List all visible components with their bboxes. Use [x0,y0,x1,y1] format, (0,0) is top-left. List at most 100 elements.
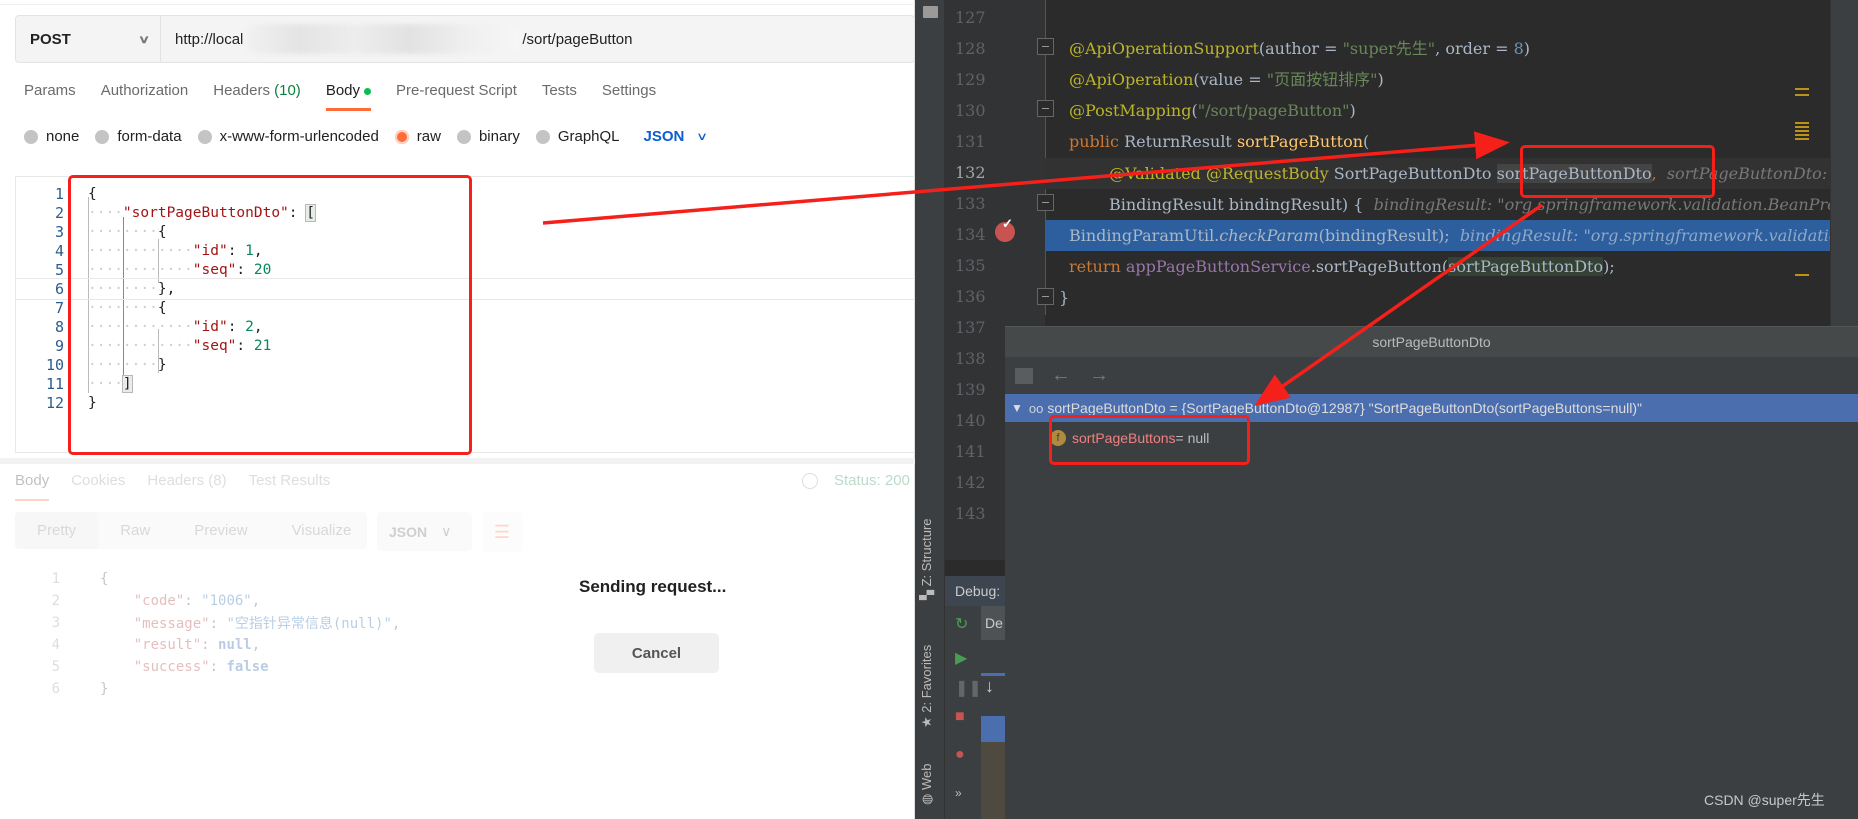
breakpoint-icon[interactable] [995,216,1015,242]
resp-tab-cookies[interactable]: Cookies [71,472,125,501]
project-folder-icon[interactable] [923,6,938,18]
resume-icon[interactable]: ▶ [955,648,967,668]
body-type-options: none form-data x-www-form-urlencoded raw… [24,128,708,145]
error-stripe-mark[interactable] [1795,88,1809,90]
url-input[interactable]: http://local /sort/pageButton [161,24,632,54]
forward-arrow-icon[interactable]: → [1089,364,1109,387]
view-breakpoints-icon[interactable]: ● [955,746,965,764]
chevron-down-icon: ∨ [137,33,151,46]
line-number: 9 [54,337,64,355]
tab-headers[interactable]: Headers (10) [213,82,301,111]
fmt-visualize[interactable]: Visualize [270,522,374,539]
cancel-button[interactable]: Cancel [594,633,719,673]
line-number: 6 [51,681,60,697]
back-arrow-icon[interactable]: ← [1051,364,1071,387]
radio-label: x-www-form-urlencoded [219,128,379,145]
error-stripe-mark[interactable] [1795,274,1809,276]
error-stripe-mark[interactable] [1795,122,1809,140]
gutter-line-number: 129 [955,70,986,89]
radio-binary[interactable]: binary [456,128,520,145]
radio-raw[interactable]: raw [394,128,441,145]
line-number: 2 [54,204,64,222]
gutter-line-number: 128 [955,39,986,58]
gutter-line-number: 143 [955,504,986,523]
gutter-line-number: 131 [955,132,986,151]
gutter-line-number: 135 [955,256,986,275]
code-text: "code": "1006", [133,593,261,609]
code-line-129: @ApiOperation(value = "页面按钮排序") [1069,70,1384,89]
tab-params[interactable]: Params [24,82,76,111]
debug-tool-header[interactable]: Debug: [945,576,1005,606]
web-tool-tab[interactable]: ◍ Web [919,764,935,805]
tab-body[interactable]: Body [325,82,372,111]
code-line-130: @PostMapping("/sort/pageButton") [1069,101,1356,120]
radio-selected-icon [394,129,409,144]
gutter-line-number: 137 [955,318,986,337]
popup-title: sortPageButtonDto [1005,327,1858,357]
step-over-icon[interactable]: ↓ [981,676,1005,716]
chevron-down-icon[interactable]: ∨ [696,130,708,143]
stop-icon[interactable]: ■ [955,708,965,726]
fmt-pretty[interactable]: Pretty [15,512,99,549]
fmt-preview[interactable]: Preview [172,522,269,539]
response-format-tabs: Pretty Raw Preview Visualize [15,512,367,549]
radio-label: none [46,128,80,145]
tree-icon[interactable] [1015,367,1033,384]
wrap-lines-icon[interactable]: ☰ [482,512,522,552]
radio-label: raw [416,128,441,145]
rerun-icon[interactable]: ↻ [955,614,968,634]
expand-triangle-icon[interactable]: ▼ [1011,401,1023,415]
annotation-box-parameter [1520,145,1715,198]
favorites-tool-tab[interactable]: ★ 2: Favorites [919,645,935,728]
line-number: 4 [54,242,64,260]
gutter-line-number: 139 [955,380,986,399]
frame-select[interactable] [981,640,1005,676]
radio-urlencoded[interactable]: x-www-form-urlencoded [197,128,379,145]
structure-label: Z: Structure [919,518,934,587]
response-language-select[interactable]: JSON ∨ [377,512,472,551]
tab-settings[interactable]: Settings [602,82,656,111]
annotation-box-null-field [1049,415,1250,465]
line-number: 4 [51,637,60,653]
tab-tests[interactable]: Tests [542,82,577,111]
pause-icon[interactable]: ❚❚ [955,678,982,698]
method-label: POST [30,30,71,48]
line-number: 12 [45,394,64,412]
language-label: JSON [389,523,428,540]
radio-icon [95,129,110,144]
response-panel: Body Cookies Headers (8) Test Results St… [0,464,915,819]
fold-icon[interactable] [1037,100,1054,117]
radio-graphql[interactable]: GraphQL [535,128,620,145]
radio-form-data[interactable]: form-data [95,128,182,145]
fold-icon[interactable] [1037,194,1054,211]
tab-authorization[interactable]: Authorization [101,82,189,111]
debug-frames-column: De ↓ [981,606,1005,819]
status-text: Status: 200 [834,472,910,489]
resp-tab-headers[interactable]: Headers (8) [147,472,226,501]
fold-icon[interactable] [1037,288,1054,305]
error-stripe-mark[interactable] [1795,94,1809,96]
radio-icon [456,129,471,144]
more-icon[interactable]: » [955,786,962,800]
selected-frame[interactable] [981,716,1005,742]
gutter-line-number: 138 [955,349,986,368]
radio-none[interactable]: none [24,128,79,145]
variable-value: sortPageButtonDto = {SortPageButtonDto@1… [1047,400,1643,416]
structure-tool-tab[interactable]: ▚ Z: Structure [919,518,935,600]
fold-icon[interactable] [1037,38,1054,55]
debugger-tab[interactable]: De [981,606,1005,640]
response-body: 1{2 "code": "1006", 3 "message": "空指针异常信息… [15,568,401,700]
code-line-135: return appPageButtonService.sortPageButt… [1069,257,1615,276]
tab-pre-request-script[interactable]: Pre-request Script [396,82,517,111]
line-number: 7 [54,299,64,317]
resp-tab-test-results[interactable]: Test Results [249,472,331,501]
method-select[interactable]: POST ∨ [16,16,161,62]
code-text: "message": "空指针异常信息(null)", [133,616,401,632]
fmt-raw[interactable]: Raw [98,522,172,539]
resp-tab-body[interactable]: Body [15,472,50,501]
raw-format-select[interactable]: JSON [644,128,685,145]
postman-panel: POST ∨ http://local /sort/pageButton Par… [0,0,915,819]
code-line-131: public ReturnResult sortPageButton( [1069,132,1370,151]
code-line-134: BindingParamUtil.checkParam(bindingResul… [1069,226,1857,245]
radio-icon [24,129,38,144]
